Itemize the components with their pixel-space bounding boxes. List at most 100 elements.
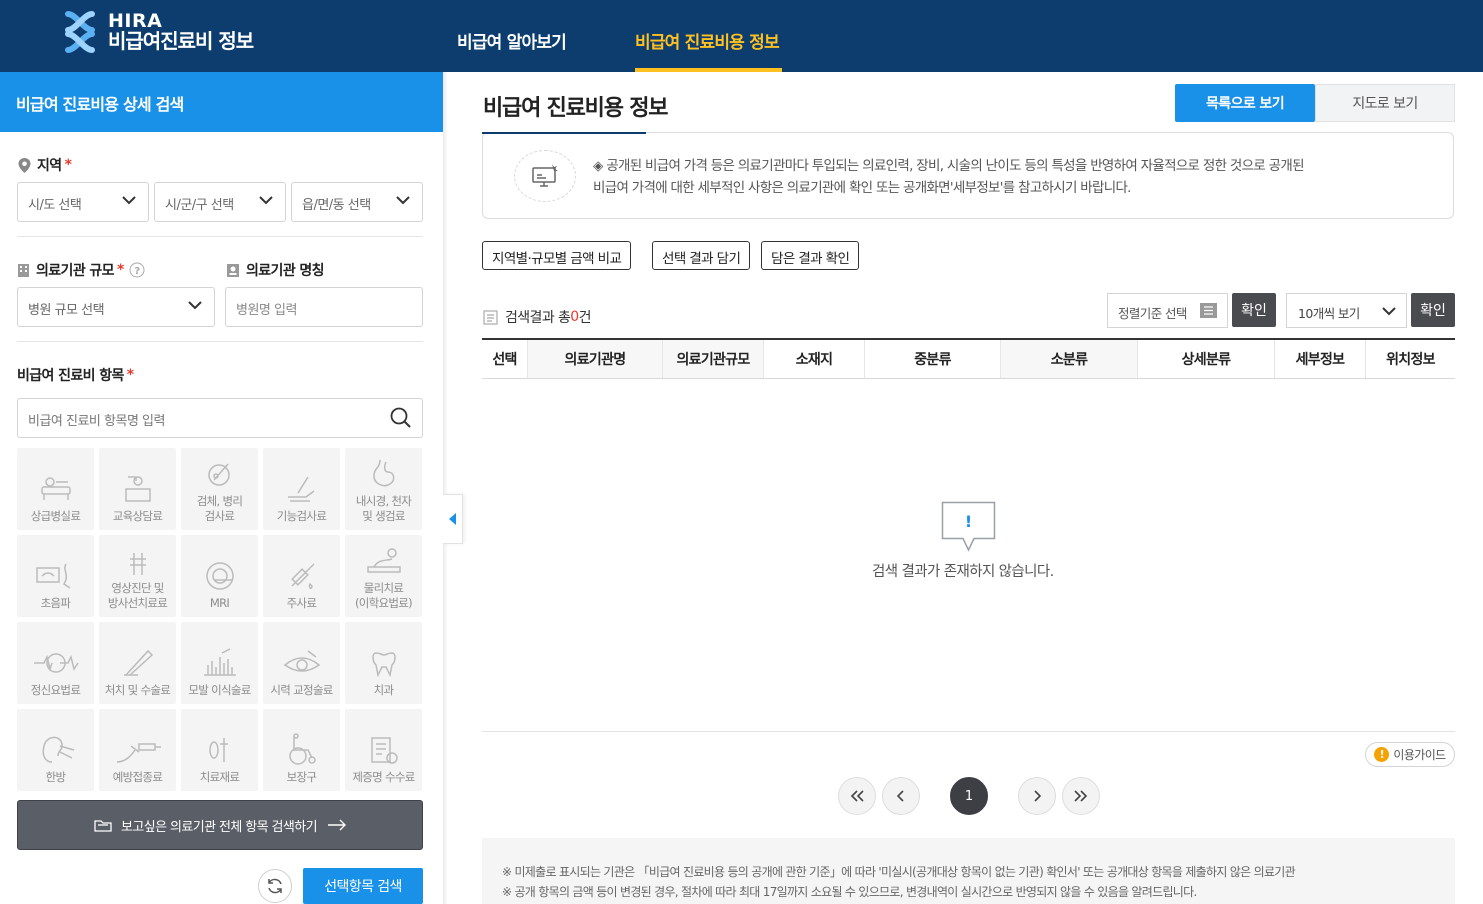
selected-search-button[interactable]: 선택항목 검색 xyxy=(303,868,423,904)
eye-icon xyxy=(283,650,320,672)
per-page-confirm-button[interactable]: 확인 xyxy=(1411,293,1455,327)
last-page-button[interactable] xyxy=(1062,777,1100,815)
category-tile[interactable]: 정신요법료 xyxy=(17,622,94,704)
category-tile[interactable]: 처치 및 수술료 xyxy=(99,622,176,704)
first-page-button[interactable] xyxy=(838,777,876,815)
required-mark: * xyxy=(64,157,72,173)
reset-button[interactable] xyxy=(258,869,292,903)
per-page-select[interactable]: 10개씩 보기 xyxy=(1286,293,1407,328)
category-tile[interactable]: MRI xyxy=(181,535,258,617)
nav-cost-info[interactable]: 비급여 진료비용 정보 xyxy=(635,28,780,53)
category-tile[interactable]: 보장구 xyxy=(263,709,340,791)
tooth-icon xyxy=(371,651,396,677)
list-view-button[interactable]: 목록으로 보기 xyxy=(1175,84,1315,122)
help-icon[interactable]: ? xyxy=(129,262,145,278)
category-tile[interactable]: 예방접종료 xyxy=(99,709,176,791)
sigungu-select-value: 시/군/구 선택 xyxy=(165,198,234,213)
chevron-down-icon xyxy=(1382,307,1396,316)
col-mid-category: 중분류 xyxy=(865,340,1001,378)
category-tile[interactable]: 시력 교정술료 xyxy=(263,622,340,704)
col-detail-category: 상세분류 xyxy=(1138,340,1275,378)
location-pin-icon xyxy=(18,157,31,173)
arrow-right-icon xyxy=(327,819,346,831)
category-tile[interactable]: 주사료 xyxy=(263,535,340,617)
sido-select-value: 시/도 선택 xyxy=(28,198,82,213)
prev-page-button[interactable] xyxy=(882,777,920,815)
brain-icon xyxy=(33,652,79,673)
hospital-id-icon xyxy=(227,263,239,277)
nav-active-indicator xyxy=(635,68,782,72)
col-select: 선택 xyxy=(482,340,528,378)
chevron-right-icon xyxy=(1034,790,1042,802)
map-view-button[interactable]: 지도로 보기 xyxy=(1315,84,1455,122)
category-tile[interactable]: 내시경, 천자 및 생검료 xyxy=(345,448,422,530)
section-divider xyxy=(17,236,423,237)
item-search-input[interactable]: 비급여 진료비 항목명 입력 xyxy=(17,398,423,438)
category-tile[interactable]: 치료재료 xyxy=(181,709,258,791)
chevron-down-icon xyxy=(188,301,202,310)
sort-select[interactable]: 정렬기준 선택 xyxy=(1107,293,1228,328)
compare-button[interactable]: 지역별·규모별 금액 비교 xyxy=(482,241,632,270)
therapy-icon xyxy=(366,548,401,573)
item-label: 비급여 진료비 항목 * xyxy=(17,365,134,385)
logo-line2: 비급여진료비 정보 xyxy=(108,29,254,54)
double-chevron-right-icon xyxy=(1074,790,1088,802)
category-tile[interactable]: 치과 xyxy=(345,622,422,704)
search-icon[interactable] xyxy=(390,407,412,429)
hair-icon xyxy=(203,647,236,676)
category-tile[interactable]: 모발 이식술료 xyxy=(181,622,258,704)
page-title: 비급여 진료비용 정보 xyxy=(483,96,668,121)
sigungu-select[interactable]: 시/군/구 선택 xyxy=(154,182,286,222)
col-hospital-name: 의료기관명 xyxy=(528,340,663,378)
notice-line2: 비급여 가격에 대한 세부적인 사항은 의료기관에 확인 또는 공개화면'세부정… xyxy=(593,180,1131,196)
monitor-icon xyxy=(532,164,558,187)
hira-logo[interactable]: HIRA 비급여진료비 정보 xyxy=(62,9,254,54)
add-selection-button[interactable]: 선택 결과 담기 xyxy=(652,241,751,270)
category-tile[interactable]: 한방 xyxy=(17,709,94,791)
col-location: 소재지 xyxy=(764,340,865,378)
sido-select[interactable]: 시/도 선택 xyxy=(17,182,149,222)
logo-line1: HIRA xyxy=(108,9,163,32)
name-label: 의료기관 명칭 xyxy=(226,260,325,280)
category-tile[interactable]: 초음파 xyxy=(17,535,94,617)
view-saved-button[interactable]: 담은 결과 확인 xyxy=(761,241,860,270)
category-tile[interactable]: 제증명 수수료 xyxy=(345,709,422,791)
acupuncture-icon xyxy=(42,736,74,763)
region-label-text: 지역 xyxy=(37,158,62,174)
category-tile[interactable]: 교육상담료 xyxy=(99,448,176,530)
page-number-button[interactable]: 1 xyxy=(950,777,988,815)
ultrasound-icon xyxy=(35,563,70,589)
bed-icon xyxy=(40,476,71,500)
next-page-button[interactable] xyxy=(1018,777,1056,815)
nav-about[interactable]: 비급여 알아보기 xyxy=(457,28,567,53)
category-tile[interactable]: 물리치료 (이학요법료) xyxy=(345,535,422,617)
category-tile[interactable]: 검체, 병리 검사료 xyxy=(181,448,258,530)
svg-text:?: ? xyxy=(134,266,140,277)
scale-select-value: 병원 규모 선택 xyxy=(28,303,105,318)
info-icon: ! xyxy=(1374,747,1390,762)
panel-collapse-button[interactable] xyxy=(443,494,463,544)
sort-confirm-button[interactable]: 확인 xyxy=(1232,293,1276,327)
scale-select[interactable]: 병원 규모 선택 xyxy=(17,287,215,327)
name-label-text: 의료기관 명칭 xyxy=(246,263,325,279)
scale-label-text: 의료기관 규모 xyxy=(36,263,115,279)
syringe-icon xyxy=(290,563,315,589)
notice-text: ◈ 공개된 비급여 가격 등은 의료기관마다 투입되는 의료인력, 장비, 시술… xyxy=(593,155,1433,199)
alert-speech-icon: ! xyxy=(941,501,996,552)
hospital-name-input[interactable]: 병원명 입력 xyxy=(225,287,423,327)
folder-icon xyxy=(94,820,112,832)
footnote-line2: ※ 공개 항목의 금액 등이 변경된 경우, 절차에 따라 최대 17일까지 소… xyxy=(502,885,1197,899)
category-grid: 상급병실료 교육상담료 검체, 병리 검사료 기능검사료 내시경, 천자 및 생… xyxy=(17,448,424,791)
user-guide-button[interactable]: ! 이용가이드 xyxy=(1365,742,1455,767)
xray-icon xyxy=(129,553,146,576)
eupmyeondong-select-value: 읍/면/동 선택 xyxy=(302,198,371,213)
refresh-icon xyxy=(268,878,282,894)
category-tile[interactable]: 상급병실료 xyxy=(17,448,94,530)
eupmyeondong-select[interactable]: 읍/면/동 선택 xyxy=(291,182,423,222)
category-tile[interactable]: 영상진단 및 방사선치료료 xyxy=(99,535,176,617)
scalpel-icon xyxy=(123,649,153,676)
category-tile[interactable]: 기능검사료 xyxy=(263,448,340,530)
mri-icon xyxy=(205,561,234,590)
table-bottom-divider xyxy=(482,731,1455,732)
search-all-items-button[interactable]: 보고싶은 의료기관 전체 항목 검색하기 xyxy=(17,800,423,850)
